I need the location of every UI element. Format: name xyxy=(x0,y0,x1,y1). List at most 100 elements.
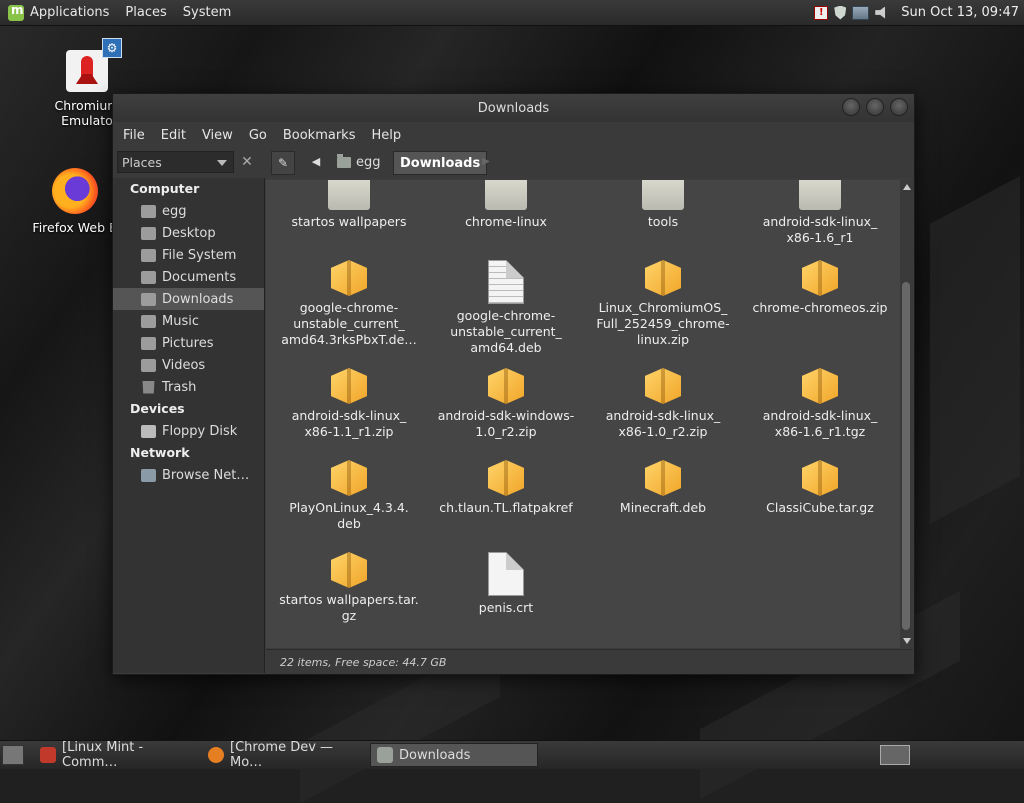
file-item[interactable]: ch.tlaun.TL.flatpakref xyxy=(433,460,579,516)
trash-icon xyxy=(142,380,155,394)
maximize-button[interactable] xyxy=(866,98,884,116)
firefox-icon xyxy=(208,747,224,763)
menu-file[interactable]: File xyxy=(115,128,153,143)
workspace-switcher[interactable] xyxy=(880,745,910,765)
file-item[interactable]: Linux_ChromiumOS_ Full_252459_chrome-lin… xyxy=(590,260,736,348)
close-sidebar-icon[interactable]: ✕ xyxy=(237,152,257,172)
volume-icon[interactable] xyxy=(875,6,886,19)
applications-label: Applications xyxy=(30,5,110,20)
shield-icon[interactable] xyxy=(834,5,847,20)
taskbar-item-downloads[interactable]: Downloads xyxy=(370,743,538,767)
sidebar-item-label: egg xyxy=(162,203,187,219)
taskbar-item-chrome-dev[interactable]: [Chrome Dev — Mo… xyxy=(202,740,368,770)
menu-view[interactable]: View xyxy=(194,128,241,143)
file-item[interactable]: PlayOnLinux_4.3.4. deb xyxy=(276,460,422,532)
sidebar-item-file-system[interactable]: File System xyxy=(113,244,264,266)
file-name: startos wallpapers xyxy=(291,214,407,229)
window-titlebar[interactable]: Downloads xyxy=(113,94,914,122)
home-folder-icon xyxy=(337,153,351,168)
show-desktop-icon[interactable] xyxy=(2,745,24,765)
package-icon xyxy=(802,368,838,404)
breadcrumb-egg[interactable]: egg xyxy=(331,151,387,173)
file-item[interactable]: android-sdk-windows-1.0_r2.zip xyxy=(433,368,579,440)
package-icon xyxy=(645,260,681,296)
sidebar-item-egg[interactable]: egg xyxy=(113,200,264,222)
folder-icon xyxy=(485,180,527,210)
file-item[interactable]: startos wallpapers.tar. gz xyxy=(276,552,422,624)
file-item[interactable]: Minecraft.deb xyxy=(590,460,736,516)
sidebar-item-floppy-disk[interactable]: Floppy Disk xyxy=(113,420,264,442)
applications-menu[interactable]: Applications xyxy=(0,0,117,25)
file-item[interactable]: tools xyxy=(590,180,736,230)
vertical-scrollbar[interactable] xyxy=(900,180,913,648)
file-icon xyxy=(488,552,524,596)
sidebar-item-pictures[interactable]: Pictures xyxy=(113,332,264,354)
sidebar-item-videos[interactable]: Videos xyxy=(113,354,264,376)
sidebar-item-desktop[interactable]: Desktop xyxy=(113,222,264,244)
file-item[interactable]: google-chrome-unstable_current_ amd64.3r… xyxy=(276,260,422,348)
sidebar-item-trash[interactable]: Trash xyxy=(113,376,264,398)
close-button[interactable] xyxy=(890,98,908,116)
system-menu[interactable]: System xyxy=(175,0,239,25)
sidebar-item-browse-network[interactable]: Browse Net… xyxy=(113,464,264,486)
file-item[interactable]: android-sdk-linux_ x86-1.0_r2.zip xyxy=(590,368,736,440)
scroll-up-icon[interactable] xyxy=(903,184,911,190)
gear-icon: ⚙ xyxy=(102,38,122,58)
sidebar-item-label: Trash xyxy=(162,379,197,395)
file-name: chrome-linux xyxy=(465,214,547,229)
file-name: android-sdk-linux_ x86-1.1_r1.zip xyxy=(291,408,407,439)
file-item[interactable]: android-sdk-linux_ x86-1.1_r1.zip xyxy=(276,368,422,440)
downloads-folder-icon xyxy=(141,292,156,306)
taskbar-item-linux-mint[interactable]: [Linux Mint - Comm… xyxy=(34,740,200,770)
network-icon[interactable] xyxy=(852,5,870,20)
sidebar-item-documents[interactable]: Documents xyxy=(113,266,264,288)
sidebar-item-downloads[interactable]: Downloads xyxy=(113,288,264,310)
taskbar-item-label: [Chrome Dev — Mo… xyxy=(230,740,334,770)
edit-location-button[interactable]: ✎ xyxy=(271,151,295,175)
forward-arrow-icon[interactable]: ▶ xyxy=(479,151,493,173)
music-folder-icon xyxy=(141,314,156,328)
minimize-button[interactable] xyxy=(842,98,860,116)
sidebar-places-combo[interactable]: Places xyxy=(117,151,234,173)
file-item[interactable]: google-chrome-unstable_current_ amd64.de… xyxy=(433,260,579,356)
alert-icon[interactable]: ! xyxy=(814,5,829,20)
drive-icon xyxy=(141,248,156,262)
menubar: File Edit View Go Bookmarks Help xyxy=(113,122,914,148)
app-icon xyxy=(40,747,56,763)
file-grid[interactable]: startos wallpapers chrome-linux tools andro… xyxy=(266,180,900,648)
menu-help[interactable]: Help xyxy=(363,128,409,143)
sidebar-item-label: Videos xyxy=(162,357,206,373)
menu-edit[interactable]: Edit xyxy=(153,128,194,143)
wallpaper-slab xyxy=(930,176,1020,524)
package-icon xyxy=(331,368,367,404)
breadcrumb-downloads[interactable]: Downloads xyxy=(393,151,488,175)
scroll-down-icon[interactable] xyxy=(903,638,911,644)
file-item[interactable]: chrome-chromeos.zip xyxy=(747,260,893,316)
sidebar-section-network: Network xyxy=(130,445,190,460)
sidebar-item-label: Browse Net… xyxy=(162,467,250,483)
file-item[interactable]: startos wallpapers xyxy=(276,180,422,230)
window-title: Downloads xyxy=(477,100,550,116)
file-name: Linux_ChromiumOS_ Full_252459_chrome-lin… xyxy=(596,300,730,347)
file-item[interactable]: android-sdk-linux_ x86-1.6_r1 xyxy=(747,180,893,246)
sidebar-item-label: Downloads xyxy=(162,291,234,307)
file-item[interactable]: android-sdk-linux_ x86-1.6_r1.tgz xyxy=(747,368,893,440)
menu-bookmarks[interactable]: Bookmarks xyxy=(275,128,364,143)
package-icon xyxy=(645,368,681,404)
file-item[interactable]: penis.crt xyxy=(433,552,579,616)
sidebar-item-music[interactable]: Music xyxy=(113,310,264,332)
file-item[interactable]: ClassiCube.tar.gz xyxy=(747,460,893,516)
pictures-folder-icon xyxy=(141,336,156,350)
taskbar-item-label: Downloads xyxy=(399,747,471,763)
folder-icon xyxy=(328,180,370,210)
clock[interactable]: Sun Oct 13, 09:47 xyxy=(901,5,1019,20)
file-name: android-sdk-windows-1.0_r2.zip xyxy=(437,408,575,439)
file-item[interactable]: chrome-linux xyxy=(433,180,579,230)
places-menu[interactable]: Places xyxy=(117,0,174,25)
back-arrow-icon[interactable]: ◀ xyxy=(307,151,325,173)
menu-go[interactable]: Go xyxy=(241,128,275,143)
documents-folder-icon xyxy=(141,270,156,284)
package-icon xyxy=(488,368,524,404)
sidebar-item-label: Floppy Disk xyxy=(162,423,238,439)
scrollbar-thumb[interactable] xyxy=(902,282,910,630)
